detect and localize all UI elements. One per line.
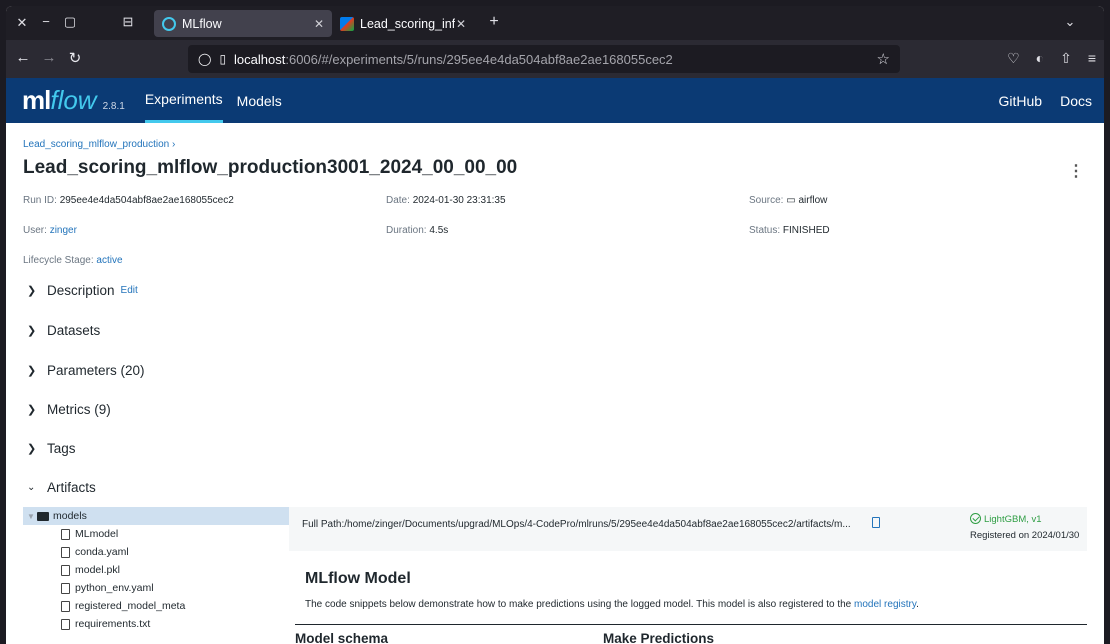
tab-bar: ✕ − ▢ ⊟ MLflow ✕ Lead_scoring_inference … [6, 6, 1104, 40]
copy-icon[interactable] [872, 517, 880, 528]
tab-label: MLflow [182, 16, 222, 31]
address-bar[interactable]: ◯ ▯ localhost:6006/#/experiments/5/runs/… [188, 45, 900, 73]
folder-icon [37, 511, 49, 521]
list-all-tabs-icon[interactable]: ⌄ [1058, 14, 1082, 30]
artifact-tree: ▼ models MLmodel conda.yaml model.pkl py… [23, 507, 289, 644]
chevron-right-icon: ❯ [27, 285, 37, 297]
section-artifacts[interactable]: ⌄ Artifacts [27, 480, 96, 495]
make-predictions-heading: Make Predictions [603, 631, 715, 644]
shield-icon[interactable]: ◯ [198, 52, 211, 66]
artifact-full-path: Full Path:/home/zinger/Documents/upgrad/… [302, 519, 851, 530]
file-icon [61, 546, 70, 558]
model-schema-heading: Model schema [295, 631, 389, 644]
mlflow-header: ml flow 2.8.1 Experiments Models GitHub … [6, 78, 1104, 123]
artifact-path-bar: Full Path:/home/zinger/Documents/upgrad/… [289, 507, 1087, 551]
tree-file[interactable]: requirements.txt [23, 615, 289, 633]
file-icon [61, 600, 70, 612]
tab-list-icon[interactable]: ⊟ [116, 14, 140, 30]
run-source: Source: ▭ airflow [749, 195, 828, 206]
maximize-window-icon[interactable]: ▢ [58, 14, 82, 30]
run-date: Date: 2024-01-30 23:31:35 [386, 195, 506, 206]
tab-mlflow[interactable]: MLflow ✕ [154, 10, 332, 37]
version-label: 2.8.1 [102, 101, 125, 112]
run-page: Lead_scoring_mlflow_production › Lead_sc… [6, 123, 1104, 644]
file-icon [61, 564, 70, 576]
divider [295, 624, 1087, 625]
nav-bar: ← → ↻ ◯ ▯ localhost:6006/#/experiments/5… [6, 40, 1104, 78]
bookmark-star-icon[interactable]: ☆ [877, 50, 890, 68]
mlflow-favicon-icon [162, 16, 176, 31]
section-metrics[interactable]: ❯ Metrics (9) [27, 402, 111, 417]
url-path: :6006/#/experiments/5/runs/295ee4e4da504… [285, 51, 673, 67]
registered-model-link[interactable]: LightGBM, v1 [984, 514, 1042, 525]
account-icon[interactable]: ◐ [1036, 50, 1044, 67]
docs-link[interactable]: Docs [1060, 93, 1092, 109]
file-icon [61, 528, 70, 540]
menu-icon[interactable]: ≡ [1088, 50, 1096, 67]
caret-down-icon[interactable]: ▼ [23, 512, 37, 521]
tree-file[interactable]: python_env.yaml [23, 579, 289, 597]
section-datasets[interactable]: ❯ Datasets [27, 323, 100, 338]
back-icon[interactable]: ← [10, 49, 36, 66]
registered-date: Registered on 2024/01/30 [970, 530, 1080, 541]
model-registry-link[interactable]: model registry [854, 599, 916, 610]
browser-window: ✕ − ▢ ⊟ MLflow ✕ Lead_scoring_inference … [6, 6, 1104, 644]
edit-description-button[interactable]: Edit [121, 285, 138, 296]
close-tab-icon[interactable]: ✕ [456, 17, 466, 31]
new-tab-icon[interactable]: + [482, 13, 506, 31]
run-status: Status: FINISHED [749, 225, 830, 236]
close-window-icon[interactable]: ✕ [10, 15, 34, 31]
section-description[interactable]: ❯ Description Edit [27, 283, 138, 298]
laptop-icon: ▭ [786, 195, 796, 206]
chevron-right-icon: ❯ [27, 443, 37, 455]
tree-file[interactable]: model.pkl [23, 561, 289, 579]
chevron-right-icon: ❯ [27, 404, 37, 416]
tab-label: Lead_scoring_inference [360, 16, 455, 31]
tree-file[interactable]: MLmodel [23, 525, 289, 543]
more-options-icon[interactable]: ⋮ [1068, 161, 1084, 181]
breadcrumb[interactable]: Lead_scoring_mlflow_production › [23, 139, 175, 150]
reload-icon[interactable]: ↻ [62, 49, 88, 67]
extensions-icon[interactable]: ⇧ [1060, 50, 1072, 67]
minimize-window-icon[interactable]: − [34, 14, 58, 29]
close-tab-icon[interactable]: ✕ [314, 17, 324, 31]
nav-experiments[interactable]: Experiments [144, 78, 223, 123]
forward-icon[interactable]: → [36, 49, 62, 66]
page-icon[interactable]: ▯ [219, 52, 226, 66]
tree-file[interactable]: registered_model_meta [23, 597, 289, 615]
page-title: Lead_scoring_mlflow_production3001_2024_… [23, 157, 518, 178]
lifecycle-stage: Lifecycle Stage: active [23, 255, 123, 266]
mlflow-logo[interactable]: ml flow 2.8.1 [22, 85, 125, 116]
run-duration: Duration: 4.5s [386, 225, 449, 236]
registered-model-info: LightGBM, v1 Registered on 2024/01/30 [970, 513, 1079, 541]
file-icon [61, 618, 70, 630]
tree-file[interactable]: conda.yaml [23, 543, 289, 561]
artifact-panel: Full Path:/home/zinger/Documents/upgrad/… [289, 507, 1087, 644]
model-description: The code snippets below demonstrate how … [305, 599, 919, 610]
section-parameters[interactable]: ❯ Parameters (20) [27, 363, 145, 378]
run-id: Run ID: 295ee4e4da504abf8ae2ae168055cec2 [23, 195, 234, 206]
model-title: MLflow Model [305, 570, 411, 587]
chevron-right-icon: ❯ [27, 365, 37, 377]
url-host: localhost [234, 51, 286, 67]
section-tags[interactable]: ❯ Tags [27, 441, 76, 456]
file-icon [61, 582, 70, 594]
tab-lead-scoring-inference[interactable]: Lead_scoring_inference ✕ [332, 10, 474, 37]
tree-folder-models[interactable]: ▼ models [23, 507, 289, 525]
check-circle-icon [970, 513, 981, 524]
chevron-down-icon: ⌄ [27, 482, 36, 493]
run-user: User: zinger [23, 225, 77, 236]
pocket-icon[interactable]: ♡ [1007, 50, 1020, 67]
chevron-right-icon: ❯ [27, 325, 37, 337]
nav-models[interactable]: Models [237, 78, 282, 123]
airflow-favicon-icon [340, 16, 354, 31]
github-link[interactable]: GitHub [999, 93, 1043, 109]
